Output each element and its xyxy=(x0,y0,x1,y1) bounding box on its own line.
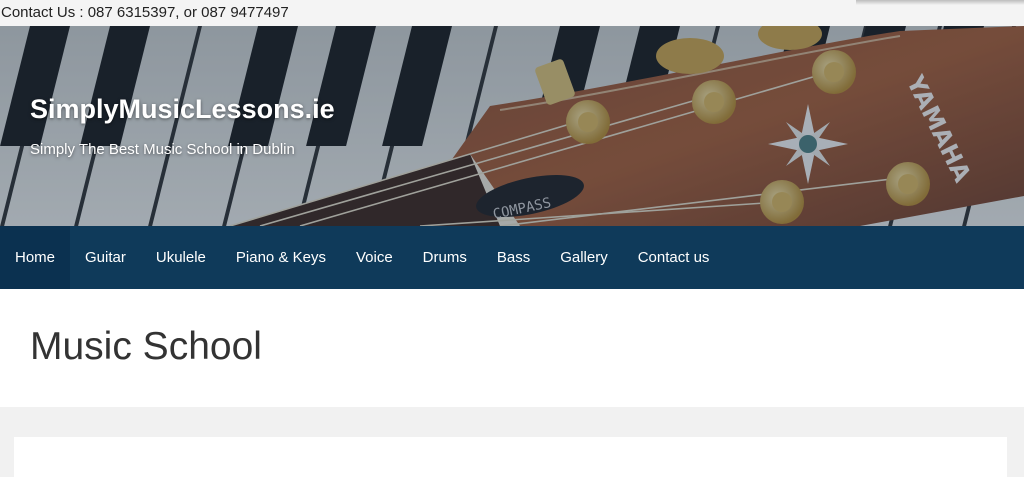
nav-item-drums[interactable]: Drums xyxy=(408,226,482,289)
site-tagline: Simply The Best Music School in Dublin xyxy=(30,141,295,158)
main-nav: Home Guitar Ukulele Piano & Keys Voice D… xyxy=(0,226,1024,289)
nav-item-bass[interactable]: Bass xyxy=(482,226,545,289)
site-title[interactable]: SimplyMusicLessons.ie xyxy=(30,94,335,125)
nav-item-guitar[interactable]: Guitar xyxy=(70,226,141,289)
page-title-band: Music School xyxy=(0,289,1024,407)
content-card xyxy=(14,437,1007,477)
nav-item-ukulele[interactable]: Ukulele xyxy=(141,226,221,289)
overlay-shadow xyxy=(856,0,1024,5)
header-banner: COMPASS YAMAHA SimplyMusicLessons.ie Sim… xyxy=(0,26,1024,226)
nav-item-gallery[interactable]: Gallery xyxy=(545,226,623,289)
nav-item-piano-keys[interactable]: Piano & Keys xyxy=(221,226,341,289)
nav-item-contact-us[interactable]: Contact us xyxy=(623,226,725,289)
page-title: Music School xyxy=(30,325,262,368)
nav-item-home[interactable]: Home xyxy=(0,226,71,289)
nav-item-voice[interactable]: Voice xyxy=(341,226,408,289)
contact-text: Contact Us : 087 6315397, or 087 9477497 xyxy=(1,4,289,21)
header-image: COMPASS YAMAHA xyxy=(0,26,1024,226)
